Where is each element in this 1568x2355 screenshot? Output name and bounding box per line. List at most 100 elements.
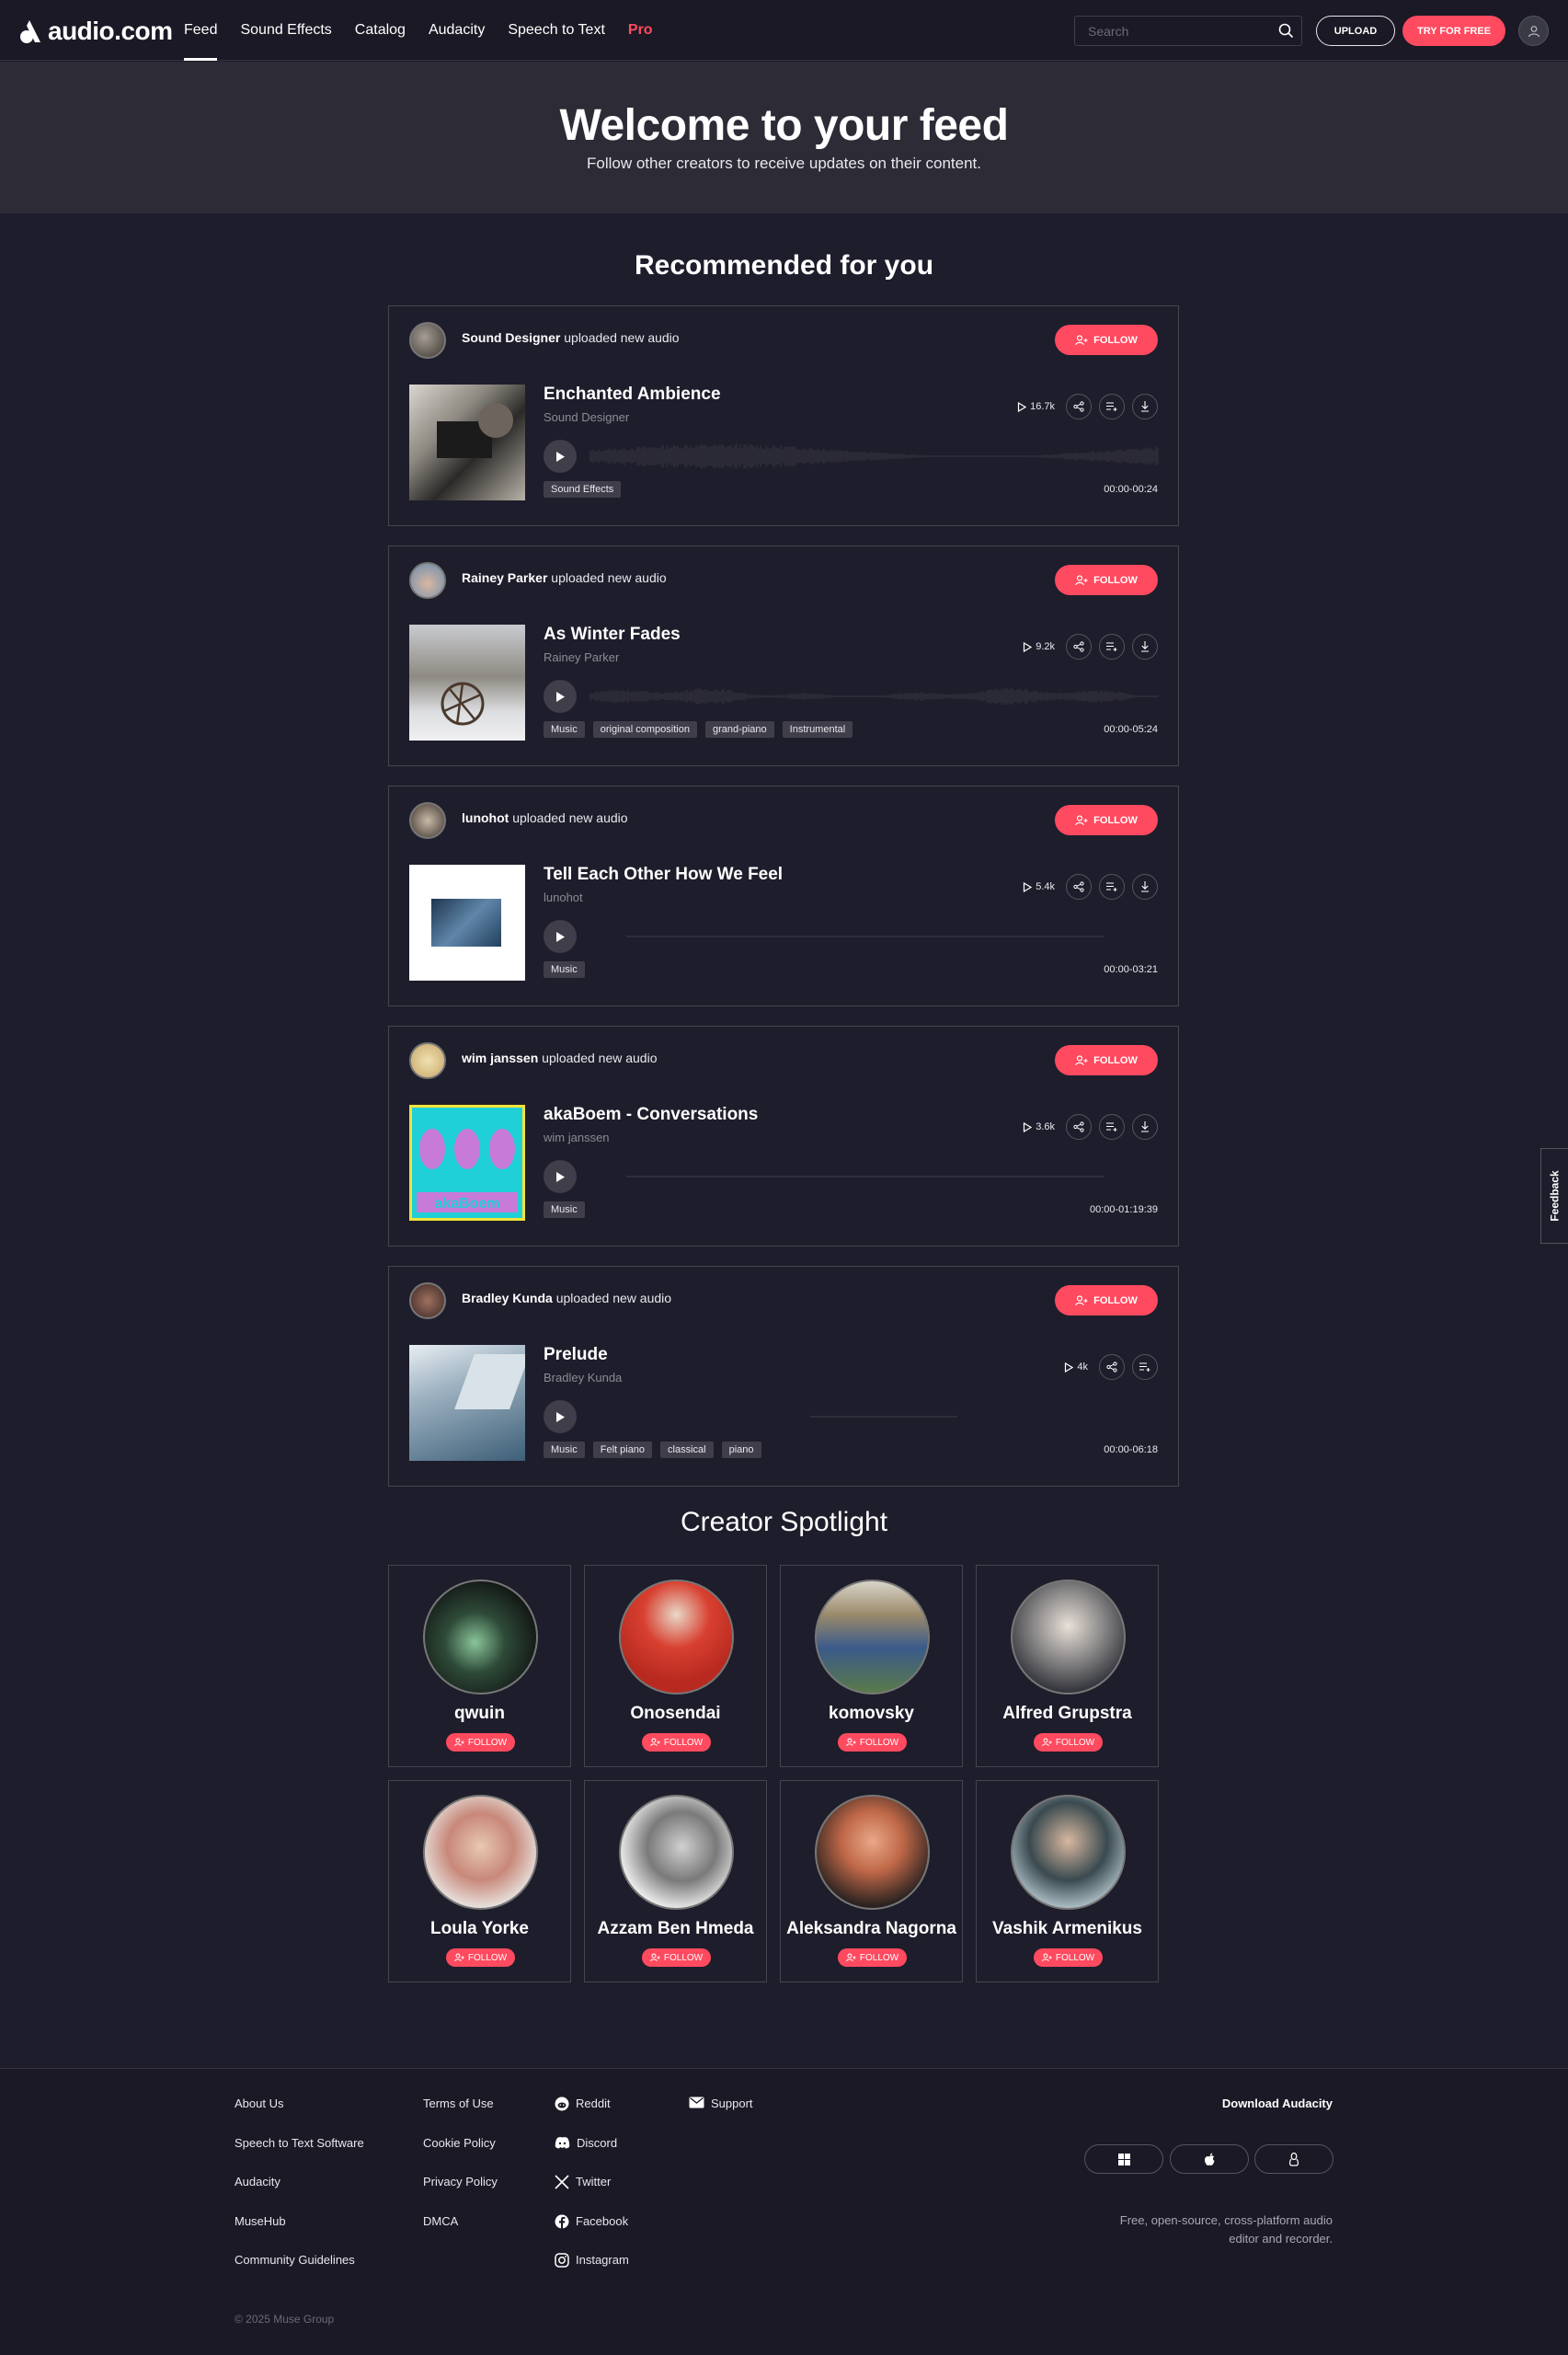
download-button[interactable]	[1132, 1114, 1158, 1140]
waveform[interactable]	[589, 1400, 1160, 1433]
creator-card[interactable]: Loula Yorke FOLLOW	[388, 1780, 571, 1982]
footer-link-speech-to-text[interactable]: Speech to Text Software	[235, 2136, 364, 2176]
add-to-playlist-button[interactable]	[1099, 874, 1125, 900]
download-linux-button[interactable]	[1254, 2144, 1333, 2174]
follow-button[interactable]: FOLLOW	[446, 1948, 515, 1967]
follow-button[interactable]: FOLLOW	[446, 1733, 515, 1752]
tag[interactable]: Music	[544, 1442, 585, 1458]
footer-link-about[interactable]: About Us	[235, 2097, 364, 2136]
track-title[interactable]: Tell Each Other How We Feel	[544, 865, 783, 885]
footer-link-twitter[interactable]: Twitter	[555, 2175, 629, 2214]
download-windows-button[interactable]	[1084, 2144, 1163, 2174]
account-button[interactable]	[1518, 16, 1549, 46]
add-to-playlist-button[interactable]	[1099, 1114, 1125, 1140]
share-button[interactable]	[1066, 874, 1092, 900]
track-artist[interactable]: Sound Designer	[544, 410, 629, 424]
nav-audacity[interactable]: Audacity	[429, 0, 485, 61]
creator-card[interactable]: Azzam Ben Hmeda FOLLOW	[584, 1780, 767, 1982]
tag[interactable]: Instrumental	[782, 721, 853, 738]
follow-button[interactable]: FOLLOW	[1055, 805, 1158, 835]
logo[interactable]: audio.com	[18, 17, 173, 46]
follow-button[interactable]: FOLLOW	[838, 1733, 907, 1752]
tag[interactable]: Music	[544, 1201, 585, 1218]
upload-button[interactable]: UPLOAD	[1316, 16, 1395, 46]
creator-card[interactable]: qwuin FOLLOW	[388, 1565, 571, 1767]
add-to-playlist-button[interactable]	[1099, 394, 1125, 419]
play-button[interactable]	[544, 440, 577, 473]
waveform[interactable]	[589, 1160, 1160, 1193]
follow-button[interactable]: FOLLOW	[642, 1948, 711, 1967]
uploader-name[interactable]: Rainey Parker	[462, 570, 547, 585]
track-artist[interactable]: wim janssen	[544, 1131, 610, 1144]
play-button[interactable]	[544, 1400, 577, 1433]
track-title[interactable]: As Winter Fades	[544, 625, 681, 645]
footer-link-terms[interactable]: Terms of Use	[423, 2097, 498, 2136]
track-artist[interactable]: lunohot	[544, 890, 583, 904]
tag[interactable]: original composition	[592, 721, 697, 738]
follow-button[interactable]: FOLLOW	[1055, 1285, 1158, 1315]
footer-link-cookies[interactable]: Cookie Policy	[423, 2136, 498, 2176]
add-to-playlist-button[interactable]	[1132, 1354, 1158, 1380]
track-artist[interactable]: Bradley Kunda	[544, 1371, 622, 1384]
footer-link-audacity[interactable]: Audacity	[235, 2175, 364, 2214]
uploader-name[interactable]: wim janssen	[462, 1051, 538, 1065]
nav-pro[interactable]: Pro	[628, 0, 653, 61]
tag[interactable]: grand-piano	[704, 721, 774, 738]
footer-link-guidelines[interactable]: Community Guidelines	[235, 2253, 364, 2292]
share-button[interactable]	[1066, 394, 1092, 419]
footer-link-discord[interactable]: Discord	[555, 2136, 629, 2176]
creator-card[interactable]: Aleksandra Nagorna FOLLOW	[780, 1780, 963, 1982]
tag[interactable]: Music	[544, 961, 585, 978]
follow-button[interactable]: FOLLOW	[838, 1948, 907, 1967]
nav-sound-effects[interactable]: Sound Effects	[240, 0, 331, 61]
avatar[interactable]	[409, 1042, 446, 1079]
footer-link-privacy[interactable]: Privacy Policy	[423, 2175, 498, 2214]
footer-link-dmca[interactable]: DMCA	[423, 2214, 498, 2254]
follow-button[interactable]: FOLLOW	[1055, 325, 1158, 355]
footer-link-facebook[interactable]: Facebook	[555, 2214, 629, 2254]
creator-card[interactable]: Vashik Armenikus FOLLOW	[976, 1780, 1159, 1982]
search-input[interactable]: Search	[1074, 16, 1302, 46]
uploader-name[interactable]: Sound Designer	[462, 330, 560, 345]
play-button[interactable]	[544, 680, 577, 713]
download-button[interactable]	[1132, 634, 1158, 660]
share-button[interactable]	[1066, 1114, 1092, 1140]
follow-button[interactable]: FOLLOW	[642, 1733, 711, 1752]
cover-image[interactable]	[409, 865, 525, 981]
creator-card[interactable]: komovsky FOLLOW	[780, 1565, 963, 1767]
tag[interactable]: piano	[721, 1442, 761, 1458]
cover-image[interactable]	[409, 1345, 525, 1461]
footer-link-musehub[interactable]: MuseHub	[235, 2214, 364, 2254]
waveform[interactable]	[589, 440, 1160, 473]
track-title[interactable]: Enchanted Ambience	[544, 385, 721, 405]
add-to-playlist-button[interactable]	[1099, 634, 1125, 660]
avatar[interactable]	[409, 802, 446, 839]
download-mac-button[interactable]	[1170, 2144, 1249, 2174]
follow-button[interactable]: FOLLOW	[1055, 565, 1158, 595]
avatar[interactable]	[409, 322, 446, 359]
follow-button[interactable]: FOLLOW	[1055, 1045, 1158, 1075]
footer-link-support[interactable]: Support	[689, 2097, 753, 2136]
tag[interactable]: Sound Effects	[544, 481, 622, 498]
creator-card[interactable]: Alfred Grupstra FOLLOW	[976, 1565, 1159, 1767]
follow-button[interactable]: FOLLOW	[1034, 1948, 1103, 1967]
tag[interactable]: Felt piano	[592, 1442, 653, 1458]
play-button[interactable]	[544, 1160, 577, 1193]
waveform[interactable]	[589, 920, 1160, 953]
cover-image[interactable]	[409, 625, 525, 741]
footer-link-reddit[interactable]: Reddit	[555, 2097, 629, 2136]
share-button[interactable]	[1099, 1354, 1125, 1380]
download-button[interactable]	[1132, 394, 1158, 419]
tag[interactable]: classical	[660, 1442, 714, 1458]
cover-image[interactable]: akaBoem	[409, 1105, 525, 1221]
tag[interactable]: Music	[544, 721, 585, 738]
track-title[interactable]: Prelude	[544, 1345, 608, 1365]
cover-image[interactable]	[409, 385, 525, 500]
footer-link-instagram[interactable]: Instagram	[555, 2253, 629, 2292]
avatar[interactable]	[409, 562, 446, 599]
share-button[interactable]	[1066, 634, 1092, 660]
track-title[interactable]: akaBoem - Conversations	[544, 1105, 758, 1125]
waveform[interactable]	[589, 680, 1160, 713]
nav-speech-to-text[interactable]: Speech to Text	[508, 0, 605, 61]
avatar[interactable]	[409, 1282, 446, 1319]
